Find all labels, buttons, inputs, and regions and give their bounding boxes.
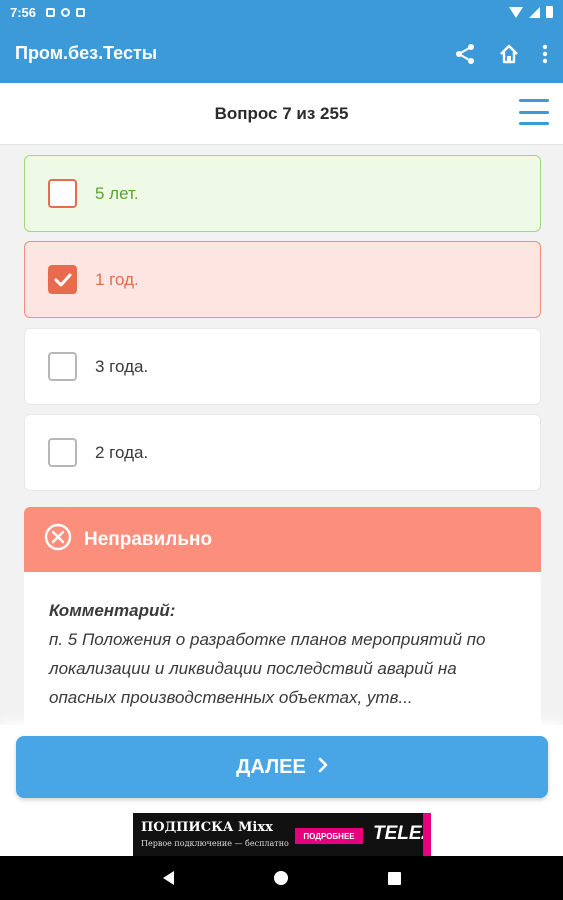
answer-label: 5 лет. xyxy=(95,183,139,203)
home-circle-icon[interactable] xyxy=(273,871,288,885)
sim-card-icon xyxy=(76,7,86,17)
back-icon[interactable] xyxy=(162,871,174,885)
battery-icon xyxy=(546,6,553,18)
question-counter: Вопрос 7 из 255 xyxy=(214,103,349,123)
ad-stripe xyxy=(423,813,431,856)
app-bar: Пром.без.Тесты xyxy=(0,24,563,83)
result-card: Неправильно Комментарий: п. 5 Положения … xyxy=(24,507,541,725)
cellular-icon xyxy=(529,6,540,18)
result-header: Неправильно xyxy=(24,507,541,572)
answer-area: 5 лет. 1 год. 3 года. 2 года. Неправильн… xyxy=(0,145,563,725)
share-icon[interactable] xyxy=(454,43,476,65)
checkbox[interactable] xyxy=(48,438,77,467)
close-circle-icon xyxy=(44,523,72,556)
answer-label: 1 год. xyxy=(95,269,139,289)
notification-icon xyxy=(61,7,71,17)
answer-option[interactable]: 5 лет. xyxy=(24,155,541,232)
checkbox[interactable] xyxy=(48,179,77,208)
comment-text: п. 5 Положения о разработке планов мероп… xyxy=(49,630,486,707)
checkbox-checked[interactable] xyxy=(48,265,77,294)
next-button-label: ДАЛЕЕ xyxy=(236,755,306,778)
ad-button[interactable]: ПОДРОБНЕЕ xyxy=(295,828,363,844)
notification-icon xyxy=(46,7,56,17)
ad-banner[interactable]: ПОДПИСКА Mixx Первое подключение — беспл… xyxy=(133,813,431,856)
system-nav-bar xyxy=(0,856,563,900)
answer-option[interactable]: 1 год. xyxy=(24,241,541,318)
recents-icon[interactable] xyxy=(387,871,401,885)
answer-option[interactable]: 2 года. xyxy=(24,414,541,491)
ad-bar: ПОДПИСКА Mixx Первое подключение — беспл… xyxy=(0,811,563,856)
menu-icon[interactable] xyxy=(519,99,549,125)
answer-label: 2 года. xyxy=(95,442,149,462)
more-vert-icon[interactable] xyxy=(542,44,548,64)
ad-subline: Первое подключение — бесплатно xyxy=(141,839,289,848)
comment: Комментарий: п. 5 Положения о разработке… xyxy=(24,572,541,725)
checkbox[interactable] xyxy=(48,352,77,381)
answer-label: 3 года. xyxy=(95,356,149,376)
next-button[interactable]: ДАЛЕЕ xyxy=(16,736,548,798)
check-icon xyxy=(54,273,71,286)
answer-option[interactable]: 3 года. xyxy=(24,328,541,405)
ad-headline: ПОДПИСКА Mixx xyxy=(141,820,273,835)
bottom-panel: ДАЛЕЕ xyxy=(0,725,563,811)
home-icon[interactable] xyxy=(498,43,520,65)
result-status: Неправильно xyxy=(84,528,213,550)
wifi-icon xyxy=(509,6,523,18)
status-time: 7:56 xyxy=(10,4,37,20)
status-bar: 7:56 xyxy=(0,0,563,24)
question-header: Вопрос 7 из 255 xyxy=(0,83,563,145)
app-title: Пром.без.Тесты xyxy=(15,43,158,63)
comment-title: Комментарий: xyxy=(49,601,176,620)
chevron-right-icon xyxy=(318,756,328,779)
